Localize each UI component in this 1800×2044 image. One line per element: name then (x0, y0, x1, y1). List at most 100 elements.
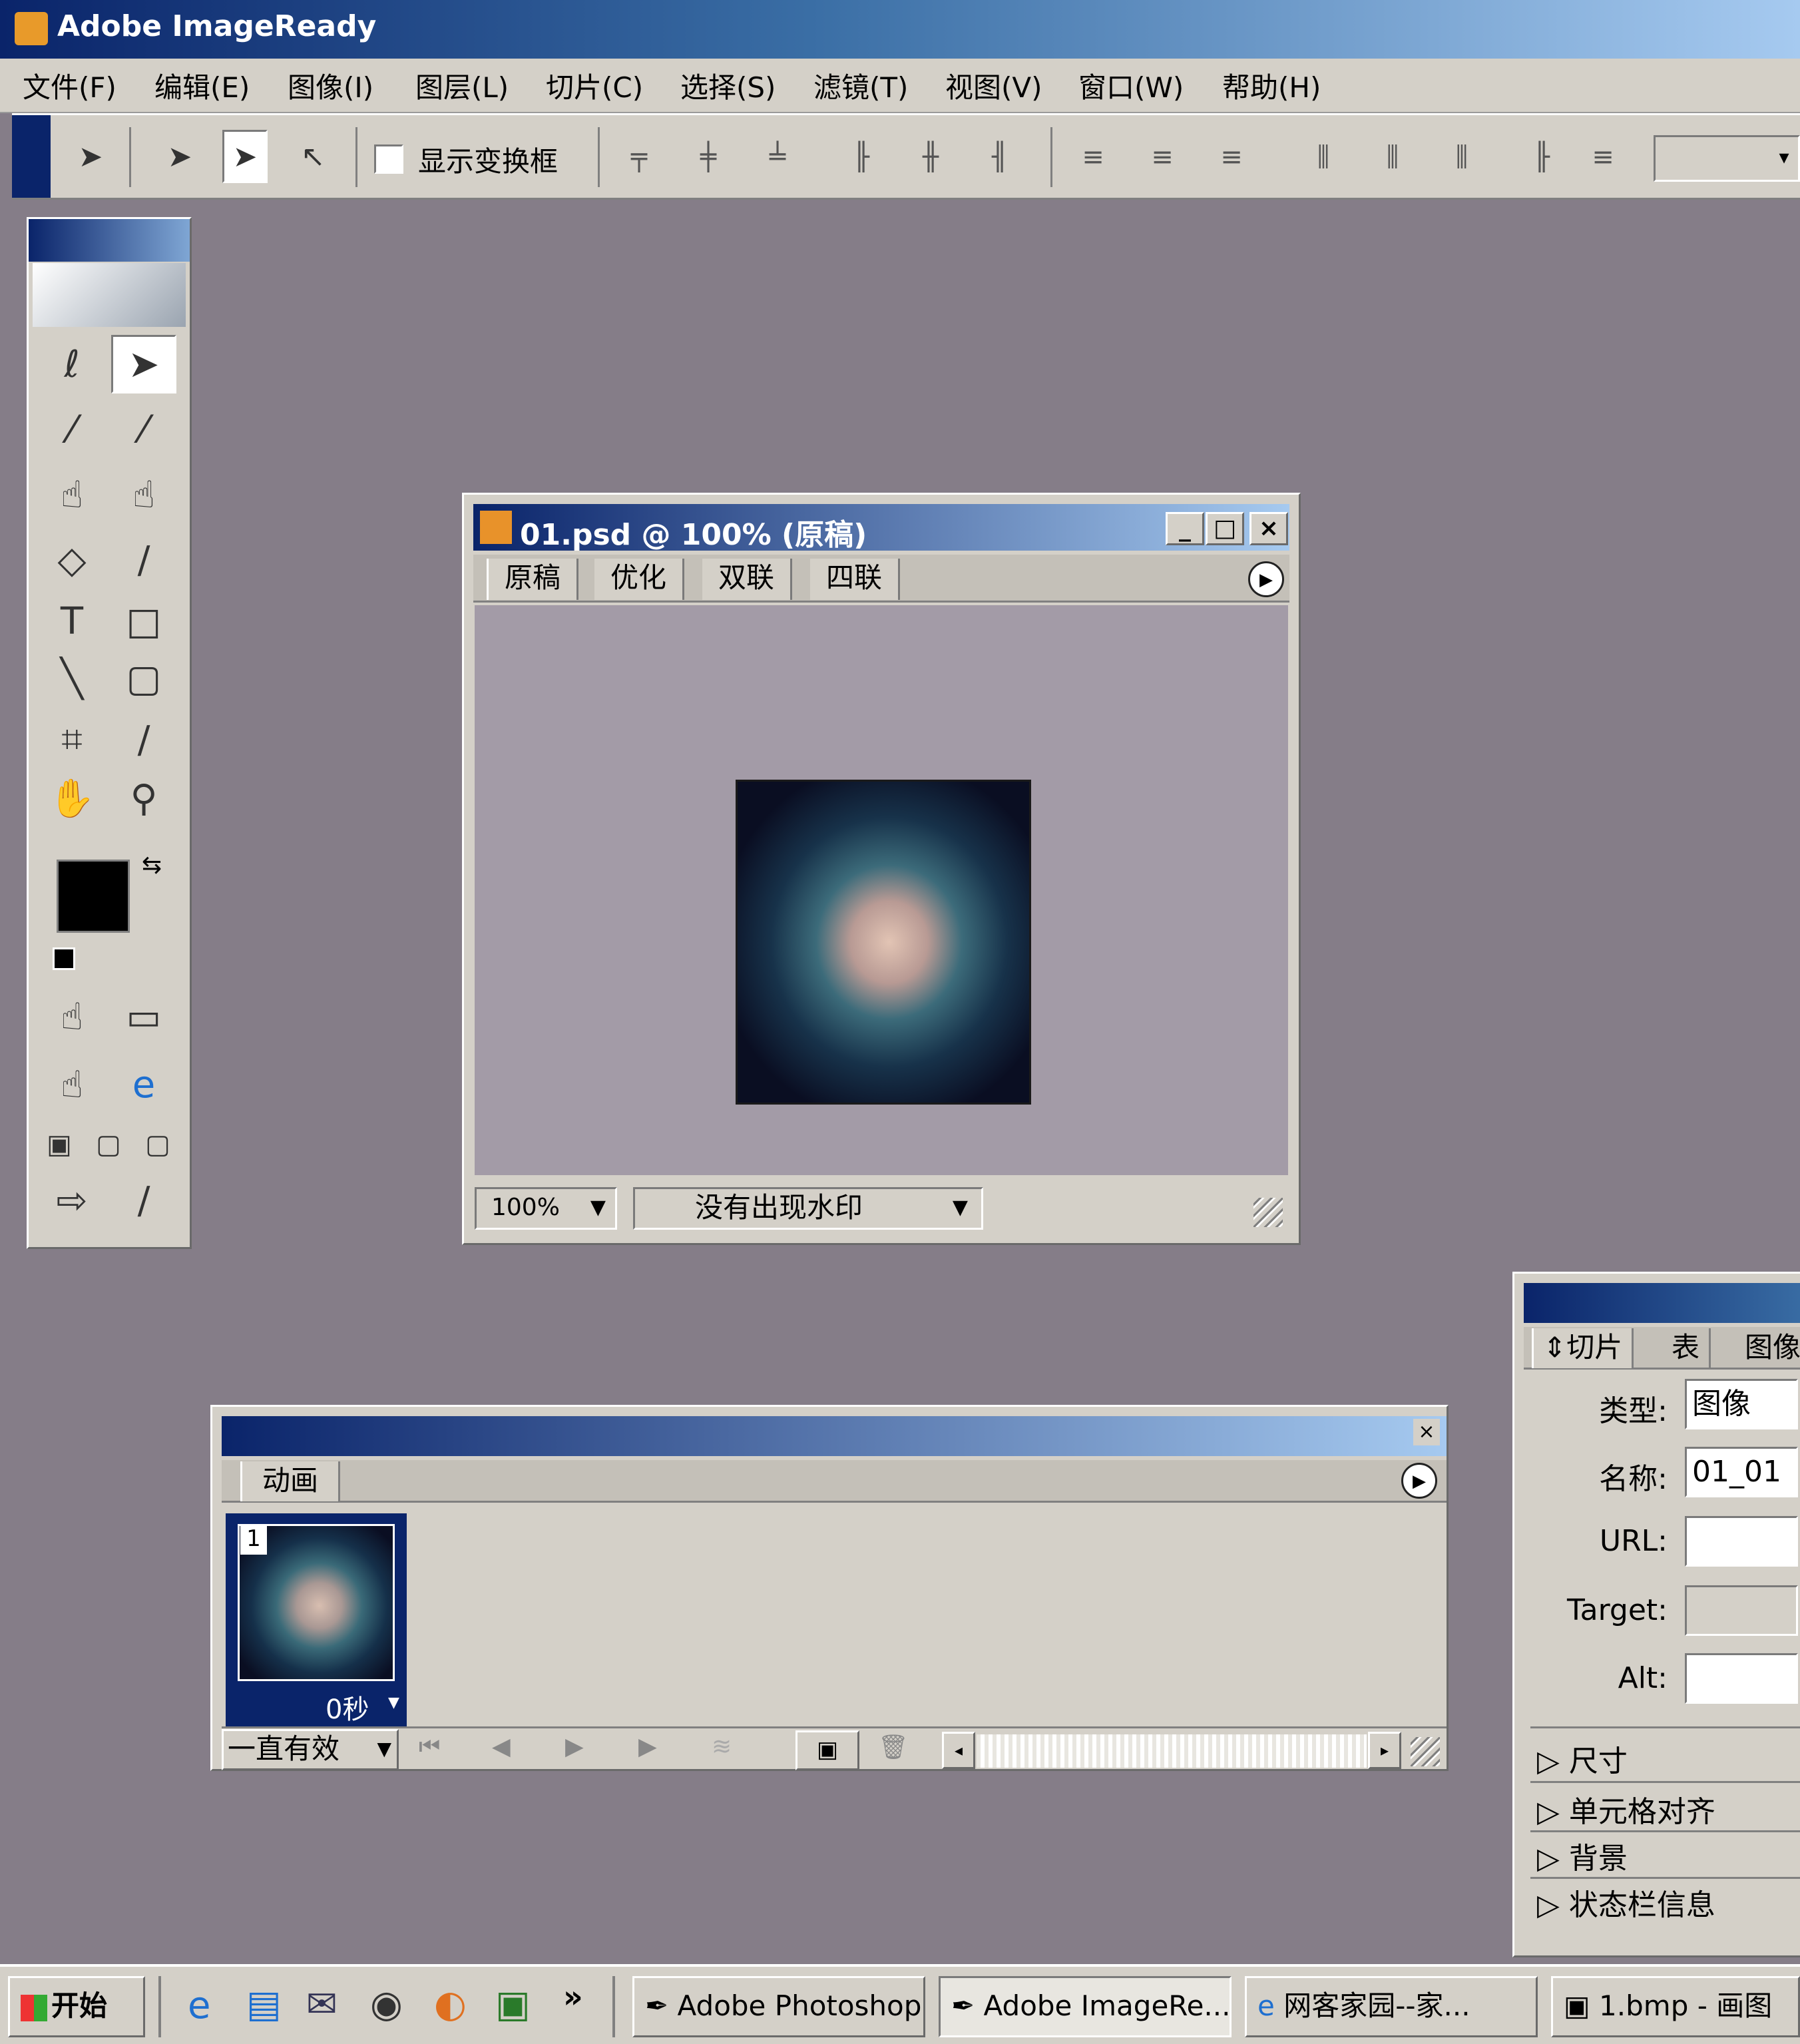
lasso-icon[interactable]: ℓ (39, 335, 105, 393)
align-hcenter-icon[interactable]: ╫ (907, 135, 955, 179)
close-button[interactable]: × (1249, 512, 1288, 545)
menu-window[interactable]: 窗口(W) (1078, 65, 1184, 106)
crop-icon[interactable]: ⌗ (39, 710, 105, 769)
slice-panel-titlebar[interactable] (1524, 1283, 1800, 1323)
ie-quicklaunch-icon[interactable]: e (188, 1984, 210, 2027)
delete-frame-icon[interactable]: 🗑 (878, 1733, 909, 1761)
move-tool-icon[interactable]: ➤ (157, 130, 202, 183)
align-bottom-icon[interactable]: ╧ (754, 135, 801, 179)
section-cell-align[interactable]: ▷ 单元格对齐 (1537, 1788, 1715, 1830)
frame-delay[interactable]: 0秒 (326, 1688, 369, 1726)
url-input[interactable] (1685, 1516, 1798, 1567)
show-transform-checkbox[interactable] (374, 144, 403, 174)
firefox-quicklaunch-icon[interactable]: ◐ (434, 1983, 467, 2026)
section-status-info[interactable]: ▷ 状态栏信息 (1537, 1881, 1715, 1923)
image-map-icon[interactable]: ☝ (39, 465, 105, 524)
slice-select-icon[interactable]: ➤ (111, 335, 176, 393)
tween-icon[interactable]: ≋ (712, 1733, 732, 1760)
close-icon[interactable]: × (1413, 1419, 1440, 1445)
align-extra-2-icon[interactable]: ≡ (1579, 135, 1627, 179)
toggle-image-map-icon[interactable]: ☝ (39, 987, 105, 1046)
standard-screen-icon[interactable]: ▣ (35, 1115, 83, 1174)
slice-select-tool-icon[interactable]: ➤ (222, 130, 268, 183)
dreamweaver-quicklaunch-icon[interactable]: ▣ (495, 1983, 531, 2026)
start-button[interactable]: 开始 (8, 1976, 145, 2037)
magic-eraser-icon[interactable]: ⁄ (111, 400, 176, 459)
image-map-select-icon[interactable]: ☝ (111, 465, 176, 524)
browser-preview-icon[interactable]: e (111, 1055, 176, 1114)
loop-select[interactable]: 一直有效 ▼ (222, 1729, 399, 1770)
tab-table[interactable]: 表 (1662, 1328, 1711, 1368)
align-right-icon[interactable]: ╢ (976, 135, 1024, 179)
align-extra-1-icon[interactable]: ╟ (1518, 135, 1566, 179)
previous-frame-icon[interactable]: ◀ (492, 1733, 511, 1760)
chevron-down-icon[interactable]: ▾ (1769, 139, 1799, 176)
align-vcenter-icon[interactable]: ╪ (684, 135, 732, 179)
more-quicklaunch-icon[interactable]: » (563, 1979, 583, 2015)
magic-wand-icon[interactable]: ⁄ (39, 400, 105, 459)
jump-to-photoshop-icon[interactable]: ⇨ (39, 1171, 105, 1230)
imageready-logo[interactable] (33, 263, 186, 327)
resize-grip-icon[interactable] (1253, 1198, 1283, 1227)
fullscreen-menu-icon[interactable]: ▢ (85, 1115, 132, 1174)
tab-4up[interactable]: 四联 (810, 559, 901, 600)
animation-titlebar[interactable] (222, 1416, 1447, 1456)
type-select[interactable]: 图像 (1685, 1379, 1798, 1429)
eyedropper-icon[interactable]: ∕ (111, 710, 176, 769)
distribute-bottom-icon[interactable]: ≡ (1208, 135, 1255, 179)
align-top-icon[interactable]: ╤ (615, 135, 663, 179)
swap-colors-icon[interactable]: ⇆ (142, 852, 162, 879)
tab-original[interactable]: 原稿 (487, 559, 579, 600)
menu-layer[interactable]: 图层(L) (415, 65, 509, 106)
maximize-button[interactable]: □ (1206, 512, 1244, 545)
resize-grip-icon[interactable] (1411, 1737, 1440, 1766)
menu-edit[interactable]: 编辑(E) (154, 65, 250, 106)
type-tool-icon[interactable]: T (39, 592, 105, 650)
direct-select-icon[interactable]: ↖ (290, 130, 336, 183)
zoom-icon[interactable]: ⚲ (111, 769, 176, 828)
rollover-preview-icon[interactable]: ☝ (39, 1055, 105, 1114)
distribute-vcenter-icon[interactable]: ≡ (1138, 135, 1186, 179)
align-left-icon[interactable]: ╟ (837, 135, 885, 179)
scroll-right-icon[interactable]: ▸ (1368, 1732, 1401, 1769)
hand-icon[interactable]: ✋ (39, 769, 105, 828)
menu-file[interactable]: 文件(F) (23, 65, 116, 106)
next-frame-icon[interactable]: ▶ (638, 1733, 657, 1760)
watermark-select[interactable]: 没有出现水印 ▼ (633, 1187, 983, 1230)
play-icon[interactable]: ▶ (565, 1733, 584, 1760)
tab-slice[interactable]: ⇕切片 (1532, 1328, 1634, 1368)
outlook-quicklaunch-icon[interactable]: ✉ (306, 1983, 338, 2026)
fullscreen-icon[interactable]: ▢ (134, 1115, 182, 1174)
distribute-top-icon[interactable]: ≡ (1069, 135, 1117, 179)
frames-scrollbar[interactable] (977, 1734, 1367, 1768)
feather-icon[interactable]: ∕ (111, 1171, 176, 1230)
media-player-quicklaunch-icon[interactable]: ◉ (370, 1983, 403, 2026)
rounded-rect-icon[interactable]: ▢ (111, 649, 176, 708)
tab-2up[interactable]: 双联 (702, 559, 793, 600)
chevron-down-icon[interactable]: ▼ (388, 1694, 399, 1711)
tab-optimized[interactable]: 优化 (594, 559, 685, 600)
section-background[interactable]: ▷ 背景 (1537, 1834, 1628, 1877)
panel-menu-icon[interactable]: ▶ (1401, 1463, 1437, 1499)
show-desktop-quicklaunch-icon[interactable]: ▤ (246, 1983, 282, 2026)
menu-view[interactable]: 视图(V) (945, 65, 1042, 106)
default-colors-icon[interactable] (53, 947, 75, 970)
distribute-right-icon[interactable]: ⫼ (1438, 135, 1486, 179)
move-tool-preset-icon[interactable]: ➤ (68, 130, 113, 183)
distribute-hcenter-icon[interactable]: ⫼ (1369, 135, 1417, 179)
alt-input[interactable] (1685, 1653, 1798, 1704)
task-browser[interactable]: e 网客家园--家... (1245, 1976, 1538, 2037)
scroll-left-icon[interactable]: ◂ (942, 1732, 975, 1769)
tab-image[interactable]: 图像 (1735, 1328, 1800, 1368)
section-size[interactable]: ▷ 尺寸 (1537, 1737, 1628, 1780)
rectangle-icon[interactable]: □ (111, 592, 176, 650)
tab-animation[interactable]: 动画 (240, 1461, 341, 1501)
brush-icon[interactable]: ∕ (111, 531, 176, 589)
task-imageready[interactable]: ✒ Adobe ImageRe... (939, 1976, 1232, 2037)
target-input[interactable] (1685, 1585, 1798, 1636)
panel-menu-icon[interactable]: ▶ (1248, 561, 1284, 597)
menu-slice[interactable]: 切片(C) (546, 65, 643, 106)
menu-filter[interactable]: 滤镜(T) (813, 65, 908, 106)
duplicate-frame-icon[interactable]: ▣ (795, 1730, 859, 1770)
document-titlebar[interactable]: 01.psd @ 100% (原稿) _ □ × (473, 504, 1289, 552)
